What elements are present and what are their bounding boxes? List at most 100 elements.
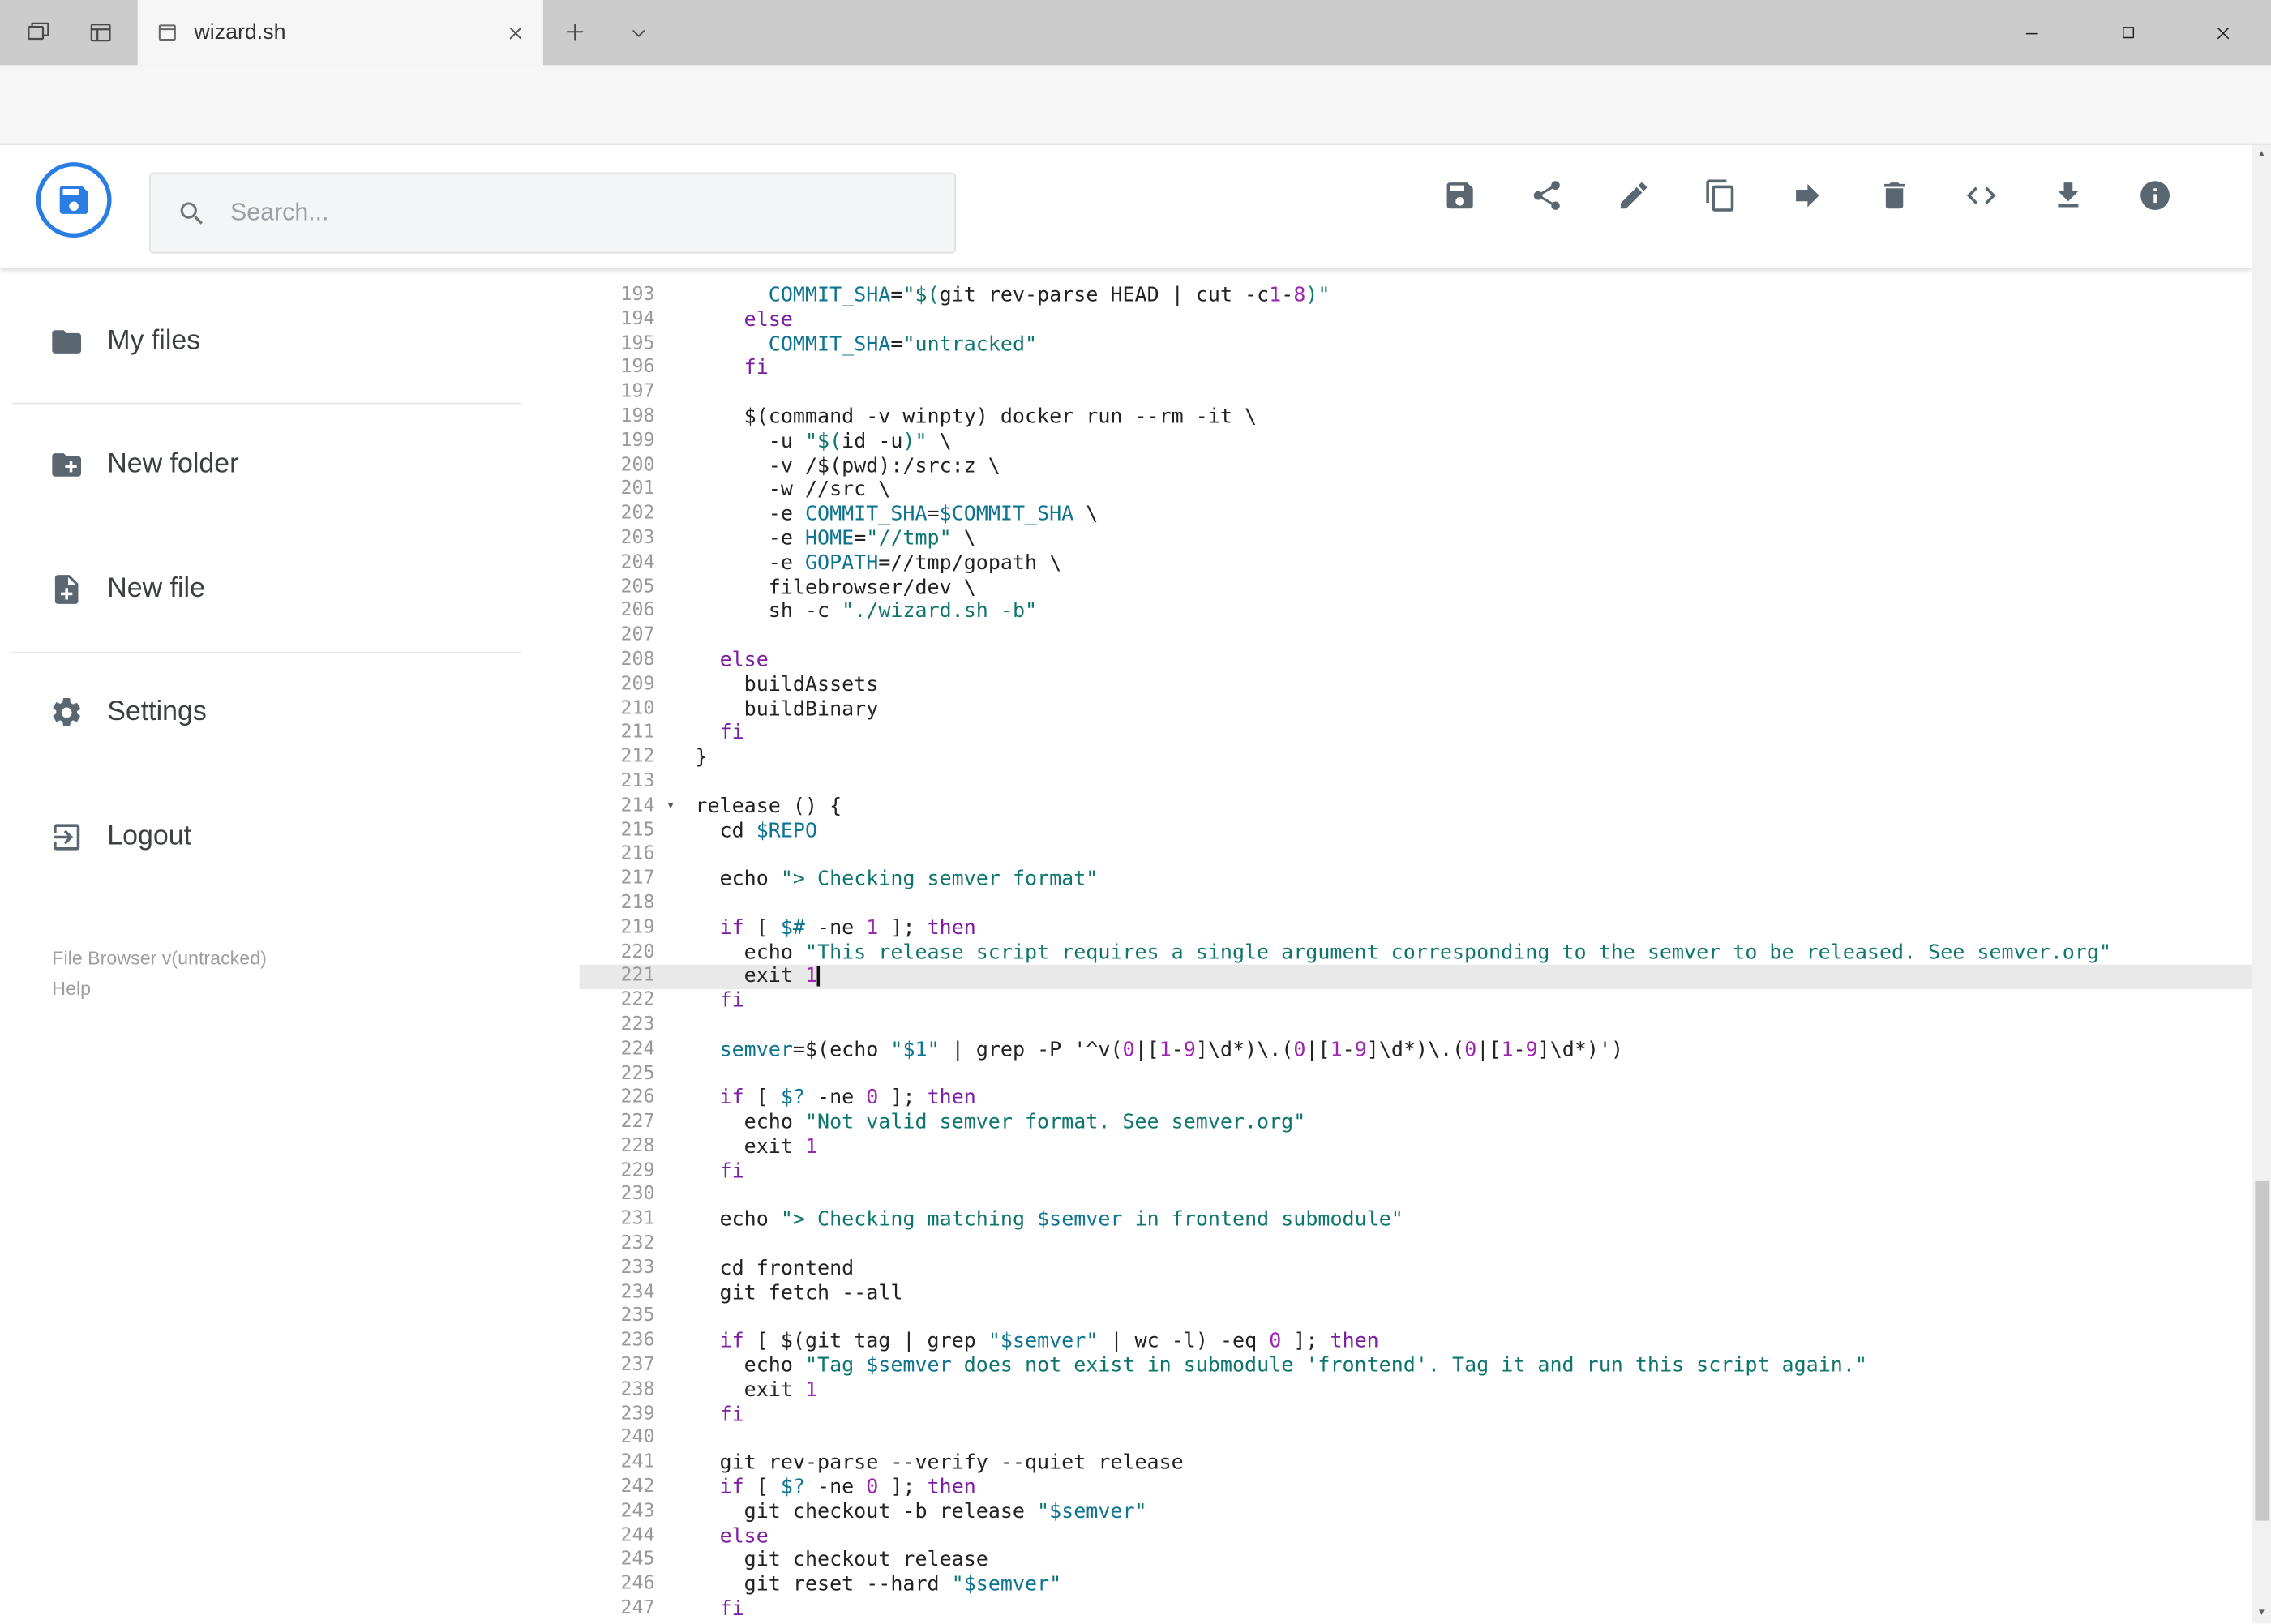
sidebar-item-settings[interactable]: Settings — [0, 678, 580, 748]
code-text[interactable]: echo "Not valid semver format. See semve… — [681, 1111, 2252, 1135]
code-text[interactable]: if [ $? -ne 0 ]; then — [681, 1086, 2252, 1111]
code-text[interactable] — [681, 1062, 2252, 1086]
download-button[interactable] — [2050, 178, 2085, 213]
code-line[interactable]: 206 sh -c "./wizard.sh -b" — [580, 600, 2252, 624]
code-text[interactable]: fi — [681, 1597, 2252, 1622]
scroll-down-button[interactable]: ▼ — [2252, 1603, 2271, 1623]
code-text[interactable]: -e COMMIT_SHA=$COMMIT_SHA \ — [681, 503, 2252, 527]
code-text[interactable]: else — [681, 649, 2252, 673]
code-text[interactable]: COMMIT_SHA="$(git rev-parse HEAD | cut -… — [681, 284, 2252, 308]
code-line[interactable]: 216 — [580, 843, 2252, 868]
sidebar-item-new-file[interactable]: New file — [0, 555, 580, 624]
code-line[interactable]: 219 if [ $# -ne 1 ]; then — [580, 916, 2252, 941]
tab-close-icon[interactable] — [505, 23, 525, 43]
help-link[interactable]: Help — [52, 974, 267, 1004]
code-line[interactable]: 244 else — [580, 1524, 2252, 1549]
new-tab-button[interactable] — [562, 19, 588, 45]
code-editor[interactable]: 193 COMMIT_SHA="$(git rev-parse HEAD | c… — [579, 268, 2252, 1624]
code-line[interactable]: 226 if [ $? -ne 0 ]; then — [580, 1086, 2252, 1111]
code-text[interactable]: fi — [681, 722, 2252, 746]
search-input[interactable] — [227, 196, 955, 229]
sidebar-item-logout[interactable]: Logout — [0, 803, 580, 872]
delete-button[interactable] — [1877, 178, 1912, 213]
move-button[interactable] — [1790, 178, 1825, 213]
close-window-button[interactable] — [2175, 0, 2271, 65]
maximize-button[interactable] — [2080, 0, 2175, 65]
code-text[interactable]: echo "This release script requires a sin… — [681, 941, 2252, 965]
code-text[interactable]: filebrowser/dev \ — [681, 576, 2252, 600]
code-line[interactable]: 247 fi — [580, 1597, 2252, 1622]
code-line[interactable]: 232 — [580, 1232, 2252, 1257]
code-text[interactable] — [681, 1232, 2252, 1257]
code-line[interactable]: 207 — [580, 624, 2252, 649]
code-line[interactable]: 212} — [580, 746, 2252, 770]
code-text[interactable]: git rev-parse --verify --quiet release — [681, 1451, 2252, 1476]
minimize-button[interactable] — [1984, 0, 2080, 65]
code-line[interactable]: 245 git checkout release — [580, 1549, 2252, 1573]
code-text[interactable]: } — [681, 746, 2252, 770]
code-line[interactable]: 194 else — [580, 308, 2252, 332]
code-text[interactable]: if [ $? -ne 0 ]; then — [681, 1476, 2252, 1500]
code-text[interactable]: git checkout -b release "$semver" — [681, 1500, 2252, 1524]
code-line[interactable]: 213 — [580, 770, 2252, 795]
code-line[interactable]: 246 git reset --hard "$semver" — [580, 1573, 2252, 1597]
code-text[interactable]: COMMIT_SHA="untracked" — [681, 332, 2252, 357]
code-line[interactable]: 204 -e GOPATH=//tmp/gopath \ — [580, 551, 2252, 576]
code-line[interactable]: 231 echo "> Checking matching $semver in… — [580, 1208, 2252, 1232]
code-line[interactable]: 228 exit 1 — [580, 1135, 2252, 1159]
edit-button[interactable] — [1617, 178, 1652, 213]
code-text[interactable]: echo "> Checking matching $semver in fro… — [681, 1208, 2252, 1232]
fold-gutter[interactable]: ▾ — [661, 795, 681, 819]
code-text[interactable]: if [ $# -ne 1 ]; then — [681, 916, 2252, 941]
code-line[interactable]: 222 fi — [580, 989, 2252, 1013]
code-text[interactable]: -e GOPATH=//tmp/gopath \ — [681, 551, 2252, 576]
code-line[interactable]: 218 — [580, 892, 2252, 916]
code-text[interactable] — [681, 843, 2252, 868]
set-tabs-aside-button[interactable] — [24, 19, 52, 46]
code-text[interactable]: fi — [681, 1403, 2252, 1427]
code-line[interactable]: 198 $(command -v winpty) docker run --rm… — [580, 405, 2252, 430]
code-line[interactable]: 208 else — [580, 649, 2252, 673]
code-text[interactable]: exit 1 — [681, 1135, 2252, 1159]
code-line[interactable]: 220 echo "This release script requires a… — [580, 941, 2252, 965]
code-text[interactable]: fi — [681, 357, 2252, 381]
code-line[interactable]: 236 if [ $(git tag | grep "$semver" | wc… — [580, 1330, 2252, 1354]
code-text[interactable]: -w //src \ — [681, 478, 2252, 503]
code-text[interactable]: -u "$(id -u)" \ — [681, 430, 2252, 454]
code-line[interactable]: 215 cd $REPO — [580, 819, 2252, 843]
code-text[interactable] — [681, 1305, 2252, 1330]
code-line[interactable]: 223 — [580, 1013, 2252, 1038]
vertical-scrollbar[interactable]: ▲ ▼ — [2252, 144, 2271, 1624]
code-line[interactable]: 237 echo "Tag $semver does not exist in … — [580, 1354, 2252, 1378]
filebrowser-logo[interactable] — [36, 162, 112, 238]
code-line[interactable]: 195 COMMIT_SHA="untracked" — [580, 332, 2252, 357]
code-text[interactable] — [681, 770, 2252, 795]
scrollbar-thumb[interactable] — [2254, 1180, 2269, 1521]
browser-tab[interactable]: wizard.sh — [137, 0, 543, 66]
code-text[interactable]: if [ $(git tag | grep "$semver" | wc -l)… — [681, 1330, 2252, 1354]
sidebar-item-my-files[interactable]: My files — [0, 307, 580, 377]
share-file-button[interactable] — [1529, 178, 1564, 213]
code-line[interactable]: 241 git rev-parse --verify --quiet relea… — [580, 1451, 2252, 1476]
code-line[interactable]: 225 — [580, 1062, 2252, 1086]
sidebar-item-new-folder[interactable]: New folder — [0, 431, 580, 500]
code-text[interactable]: sh -c "./wizard.sh -b" — [681, 600, 2252, 624]
code-line[interactable]: 227 echo "Not valid semver format. See s… — [580, 1111, 2252, 1135]
code-line[interactable]: 235 — [580, 1305, 2252, 1330]
code-text[interactable]: git reset --hard "$semver" — [681, 1573, 2252, 1597]
code-line[interactable]: 202 -e COMMIT_SHA=$COMMIT_SHA \ — [580, 503, 2252, 527]
code-line[interactable]: 242 if [ $? -ne 0 ]; then — [580, 1476, 2252, 1500]
code-line[interactable]: 199 -u "$(id -u)" \ — [580, 430, 2252, 454]
copy-button[interactable] — [1703, 178, 1738, 213]
scroll-up-button[interactable]: ▲ — [2252, 145, 2271, 165]
code-line[interactable]: 200 -v /$(pwd):/src:z \ — [580, 454, 2252, 478]
code-text[interactable]: semver=$(echo "$1" | grep -P '^v(0|[1-9]… — [681, 1038, 2252, 1062]
code-line[interactable]: 229 fi — [580, 1159, 2252, 1184]
tab-preview-toggle[interactable] — [627, 22, 650, 45]
code-line[interactable]: 197 — [580, 381, 2252, 405]
code-line[interactable]: 211 fi — [580, 722, 2252, 746]
code-text[interactable]: -v /$(pwd):/src:z \ — [681, 454, 2252, 478]
code-text[interactable]: cd frontend — [681, 1257, 2252, 1281]
code-text[interactable]: exit 1 — [681, 1378, 2252, 1403]
code-line[interactable]: 233 cd frontend — [580, 1257, 2252, 1281]
